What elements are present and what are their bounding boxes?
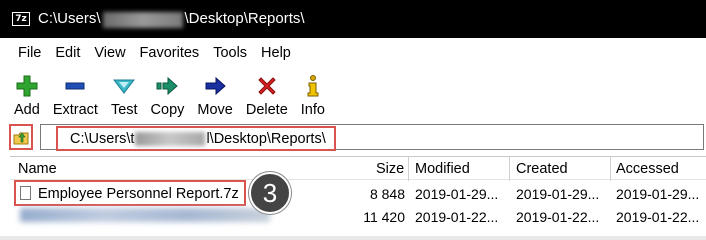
file-name: Employee Personnel Report.7z [38,186,239,202]
plus-icon [16,74,38,98]
menu-view[interactable]: View [94,45,125,61]
copy-button[interactable]: Copy [150,68,185,122]
list-bottom-edge [0,236,706,240]
menu-help[interactable]: Help [261,45,291,61]
column-created[interactable]: Created [516,157,568,181]
minus-icon [64,74,86,98]
check-chevron-icon [112,74,136,98]
column-modified[interactable]: Modified [415,157,470,181]
address-prefix: C:\Users\ [70,130,131,147]
extract-button[interactable]: Extract [53,68,98,122]
menu-edit[interactable]: Edit [55,45,80,61]
column-name[interactable]: Name [18,157,57,181]
file-created: 2019-01-29... [516,186,600,202]
window-title: C:\Users\ \Desktop\Reports\ [38,10,305,28]
redacted-address-username [135,131,206,146]
column-size[interactable]: Size [376,157,404,181]
x-delete-icon [256,74,278,98]
address-suffix: l\Desktop\Reports\ [206,130,326,147]
test-button[interactable]: Test [111,68,138,122]
menu-tools[interactable]: Tools [213,45,247,61]
test-label: Test [110,102,138,118]
info-button[interactable]: Info [301,68,325,122]
move-button[interactable]: Move [197,68,233,122]
move-arrow-icon [203,74,227,98]
file-size: 11 420 [363,209,405,225]
title-bar: 7z C:\Users\ \Desktop\Reports\ [0,0,706,38]
file-accessed: 2019-01-29... [616,186,700,202]
file-accessed: 2019-01-22... [616,209,700,225]
file-row[interactable]: Employee Personnel Report.7z 8 848 2019-… [10,183,706,205]
menu-bar: File Edit View Favorites Tools Help [0,38,706,68]
address-visible-char: t [130,130,135,147]
move-label: Move [197,102,233,118]
file-size: 8 848 [369,186,405,202]
folder-up-icon [13,132,29,145]
extract-label: Extract [52,102,98,118]
column-divider[interactable] [509,157,510,181]
title-suffix: \Desktop\Reports\ [184,10,305,28]
add-button[interactable]: Add [14,68,40,122]
step-number-badge: 3 [249,172,291,214]
file-row[interactable]: 11 420 2019-01-22... 2019-01-22... 2019-… [10,206,706,228]
file-created: 2019-01-22... [516,209,600,225]
column-accessed[interactable]: Accessed [616,157,679,181]
delete-button[interactable]: Delete [246,68,288,122]
info-label: Info [300,102,325,118]
info-icon [304,74,322,98]
column-divider[interactable] [610,157,611,181]
copy-arrow-icon [155,74,179,98]
menu-file[interactable]: File [18,45,41,61]
column-divider[interactable] [408,157,409,181]
7zip-app-icon: 7z [12,12,30,26]
redacted-username [102,11,183,28]
address-path[interactable]: C:\Users\ t l\Desktop\Reports\ [56,126,336,151]
file-modified: 2019-01-22... [415,209,499,225]
add-label: Add [14,102,40,118]
file-modified: 2019-01-29... [415,186,499,202]
folder-up-button[interactable] [9,124,33,150]
copy-label: Copy [150,102,185,118]
file-list-header: Name Size Modified Created Accessed [10,156,706,181]
menu-favorites[interactable]: Favorites [140,45,200,61]
toolbar: Add Extract Test Copy Move Delete Info [0,68,706,122]
delete-label: Delete [245,102,288,118]
title-prefix: C:\Users\ [38,10,101,28]
